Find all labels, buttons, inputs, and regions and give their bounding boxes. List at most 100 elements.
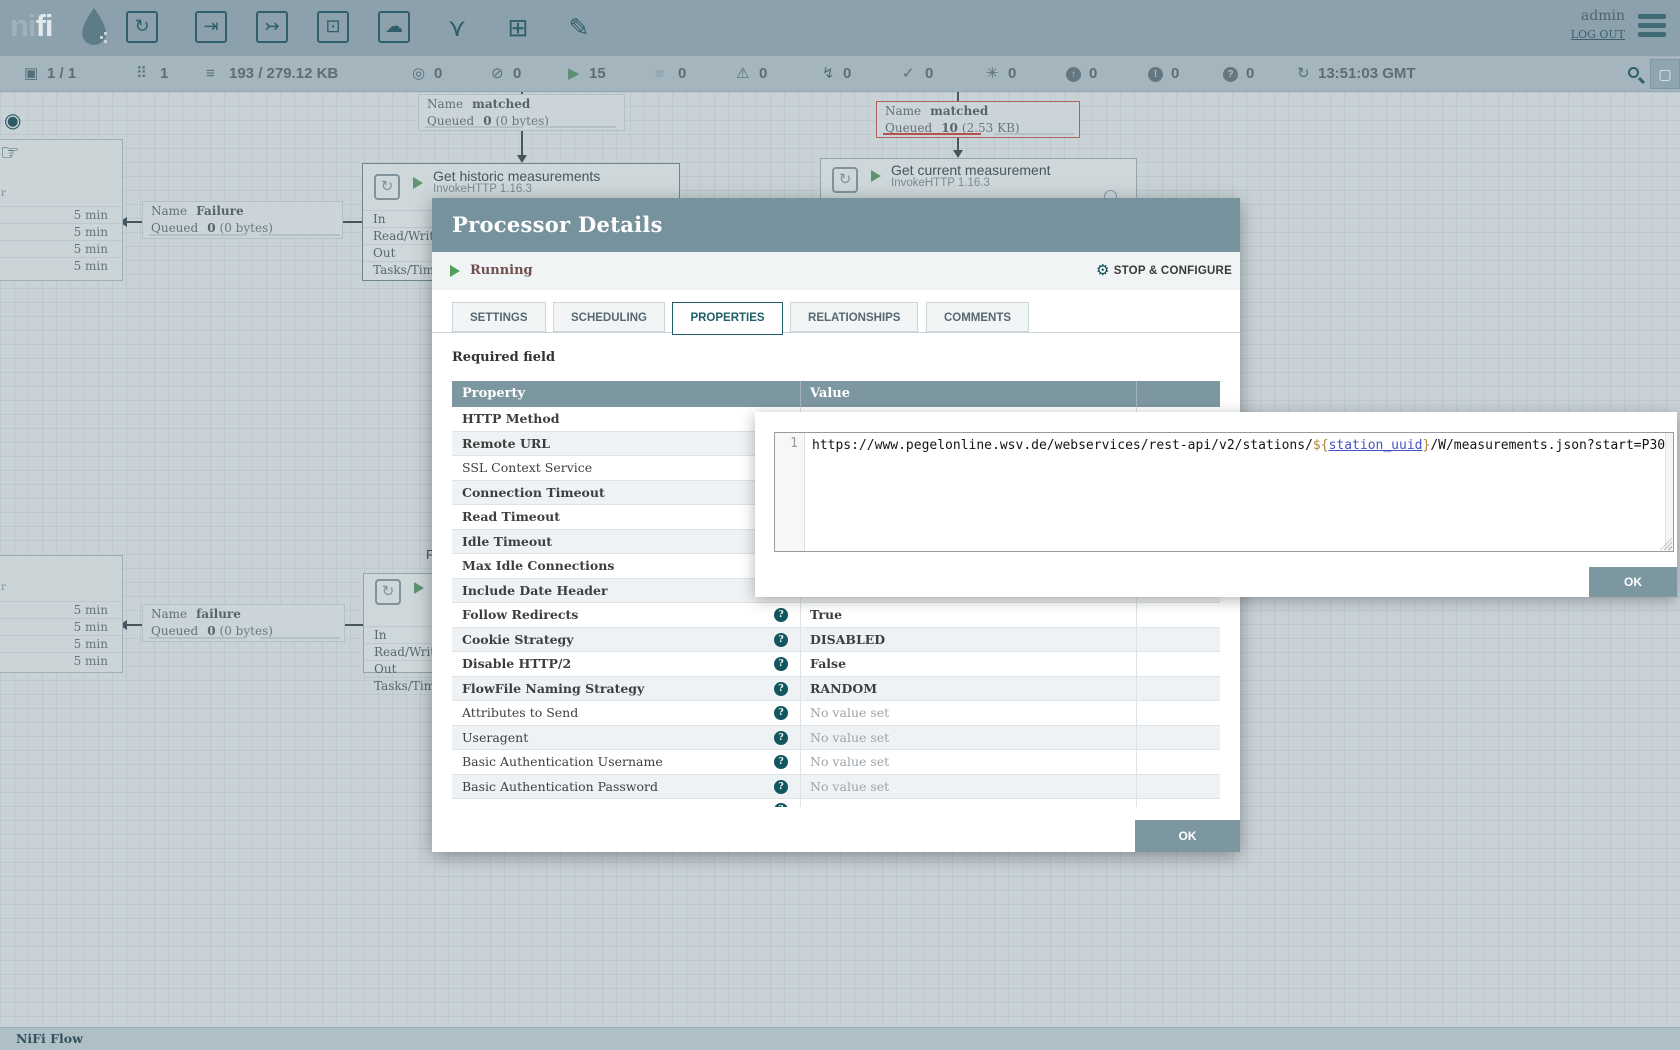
processor-title: Get historic measurements (433, 168, 600, 184)
clipped-processor[interactable]: r 5 min 5 min 5 min 5 min (0, 555, 123, 673)
remote-process-group-icon[interactable]: ☁ (378, 11, 412, 45)
locally-modified-stale-icon: ! (1148, 67, 1163, 82)
editor-ok-button[interactable]: OK (1589, 567, 1677, 597)
dialog-title: Processor Details (432, 198, 1240, 252)
processor-icon[interactable]: ↻ (126, 11, 160, 45)
not-transmitting-icon: ⊘ (491, 56, 504, 92)
refresh-icon[interactable]: ↻ (1297, 56, 1310, 92)
invokehttp-icon: ↻ (832, 167, 858, 193)
property-value[interactable]: RANDOM (810, 677, 877, 702)
app-header: nifi ↻ ⇥ ↣ ⊡ ☁ ⋎ ⊞ ✎ admin LOG OUT (0, 0, 1680, 56)
help-icon[interactable]: ? (774, 755, 788, 769)
dialog-tabs: SETTINGS SCHEDULING PROPERTIES RELATIONS… (432, 302, 1240, 333)
value-editor-popup: 1 https://www.pegelonline.wsv.de/webserv… (755, 412, 1677, 597)
connection-label-failure[interactable]: Namefailure Queued0(0 bytes) (142, 604, 345, 642)
stopped-count: 0 (678, 56, 686, 92)
help-icon[interactable]: ? (774, 657, 788, 671)
dialog-status-row: Running ⚙STOP & CONFIGURE (432, 252, 1240, 290)
disabled-count: 0 (843, 56, 851, 92)
stale-count: 0 (1089, 56, 1097, 92)
tab-properties[interactable]: PROPERTIES (672, 302, 782, 335)
input-port-icon[interactable]: ⇥ (195, 11, 229, 45)
property-value[interactable]: No value set (810, 701, 889, 726)
running-state-icon (871, 170, 881, 182)
search-icon[interactable] (1628, 67, 1639, 78)
locally-modified-stale-count: 0 (1171, 56, 1179, 92)
help-icon[interactable]: ? (774, 608, 788, 622)
connection-arrow (953, 150, 963, 158)
dialog-header: Processor Details (432, 198, 1240, 252)
code-editor[interactable]: 1 https://www.pegelonline.wsv.de/webserv… (774, 432, 1674, 552)
connection-arrow (517, 155, 527, 163)
editor-scrollbar[interactable] (1665, 433, 1673, 551)
disabled-icon: ↯ (822, 56, 835, 92)
nifi-logo: nifi (10, 8, 53, 44)
tab-settings[interactable]: SETTINGS (452, 302, 546, 332)
cluster-icon: ▣ (24, 56, 38, 92)
table-row: Disable HTTP/2 ? False (452, 652, 1220, 677)
clipped-hand-icon: ☞ (0, 140, 20, 166)
backpressure-object-bar (149, 637, 247, 639)
global-menu-icon[interactable] (1638, 14, 1666, 41)
property-value[interactable]: No value set (810, 750, 889, 775)
active-threads-count: 1 (160, 56, 168, 92)
backpressure-size-bar (536, 126, 616, 128)
backpressure-size-bar (260, 234, 340, 236)
sync-failure-count: 0 (1246, 56, 1254, 92)
property-value[interactable]: DISABLED (810, 628, 885, 653)
connection-label-failure[interactable]: NameFailure Queued0(0 bytes) (142, 201, 343, 239)
property-value[interactable]: False (810, 652, 846, 677)
label-icon[interactable]: ✎ (562, 11, 596, 45)
stop-and-configure-button[interactable]: ⚙STOP & CONFIGURE (1096, 252, 1232, 290)
help-icon[interactable]: ? (774, 633, 788, 647)
table-row: Follow Redirects ? True (452, 603, 1220, 628)
queued-count: 193 / 279.12 KB (229, 56, 338, 92)
funnel-icon[interactable]: ⋎ (440, 11, 474, 45)
help-icon[interactable]: ? (774, 731, 788, 745)
help-icon[interactable]: ? (774, 682, 788, 696)
sync-failure-icon: ? (1223, 67, 1238, 82)
remote-url-value[interactable]: https://www.pegelonline.wsv.de/webservic… (812, 436, 1671, 455)
process-group-icon[interactable]: ⊡ (317, 11, 351, 45)
stat-value: 5 min (0, 223, 122, 240)
clipped-component-icon: ◉ (4, 108, 21, 133)
logout-link[interactable]: LOG OUT (1571, 28, 1625, 41)
nifi-drop-icon (76, 6, 112, 48)
help-icon: ? (774, 803, 788, 807)
gear-icon: ⚙ (1096, 262, 1110, 279)
stat-value: 5 min (0, 652, 122, 669)
dialog-ok-button[interactable]: OK (1135, 820, 1240, 852)
queued-icon: ≡ (206, 56, 215, 92)
template-icon[interactable]: ⊞ (501, 11, 535, 45)
backpressure-size-bar (994, 133, 1074, 135)
current-user: admin (1581, 8, 1625, 24)
help-icon[interactable]: ? (774, 706, 788, 720)
stat-value: 5 min (0, 635, 122, 652)
running-state-icon (450, 265, 460, 277)
running-icon: ▶ (568, 56, 580, 92)
table-row: Cookie Strategy ? DISABLED (452, 628, 1220, 653)
help-icon[interactable]: ? (774, 780, 788, 794)
flow-status-bar: ▣ 1 / 1 ⠿ 1 ≡ 193 / 279.12 KB ◎ 0 ⊘ 0 ▶ … (0, 56, 1680, 92)
tab-relationships[interactable]: RELATIONSHIPS (790, 302, 918, 332)
table-row: FlowFile Naming Strategy ? RANDOM (452, 677, 1220, 702)
active-threads-icon: ⠿ (136, 56, 147, 92)
connection-label-matched-alert[interactable]: Namematched Queued10(2.53 KB) (876, 101, 1080, 138)
running-state-icon (413, 177, 423, 189)
connection-label-matched[interactable]: Namematched Queued0(0 bytes) (418, 94, 625, 131)
panel-toggle-button[interactable]: ▢ (1650, 59, 1680, 89)
output-port-icon[interactable]: ↣ (256, 11, 290, 45)
tab-comments[interactable]: COMMENTS (926, 302, 1029, 332)
table-row: Basic Authentication Password ? No value… (452, 775, 1220, 800)
property-value[interactable]: No value set (810, 726, 889, 751)
running-count: 15 (589, 56, 606, 92)
invalid-count: 0 (759, 56, 767, 92)
stat-value: 5 min (0, 240, 122, 257)
running-state-icon (414, 582, 424, 594)
backpressure-object-bar (149, 234, 247, 236)
transmitting-icon: ◎ (412, 56, 425, 92)
tab-scheduling[interactable]: SCHEDULING (553, 302, 665, 332)
breadcrumb[interactable]: NiFi Flow (16, 1028, 83, 1050)
property-value[interactable]: True (810, 603, 842, 628)
property-value[interactable]: No value set (810, 775, 889, 800)
